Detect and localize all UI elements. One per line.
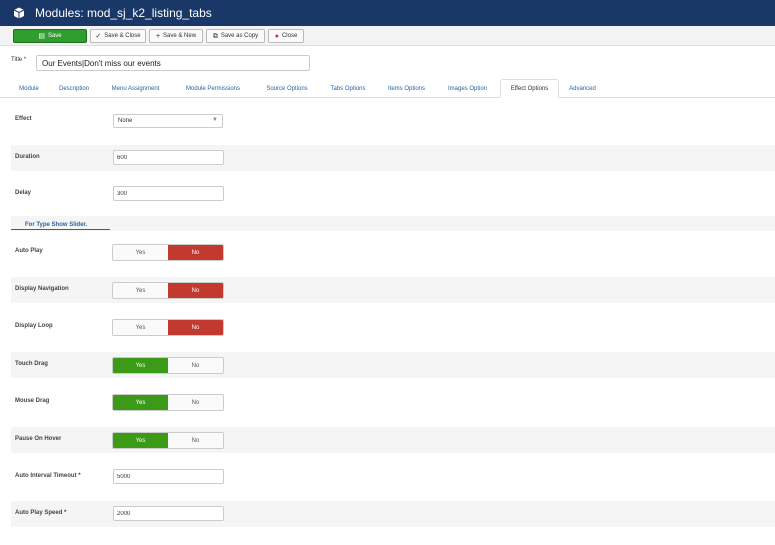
- tab-tabs-options[interactable]: Tabs Options: [321, 79, 375, 98]
- save-close-button[interactable]: ✓ Save & Close: [90, 29, 146, 43]
- touch-drag-yes-option[interactable]: Yes: [113, 358, 168, 373]
- title-label: Title *: [11, 57, 27, 63]
- display-loop-yes-option[interactable]: Yes: [113, 320, 168, 335]
- section-heading-underline: [11, 229, 110, 230]
- plus-icon: +: [155, 32, 161, 40]
- save-close-button-label: Save & Close: [104, 33, 141, 39]
- save-new-button[interactable]: + Save & New: [149, 29, 203, 43]
- pause-on-hover-no-option[interactable]: No: [168, 433, 223, 448]
- save-button-label: Save: [47, 33, 62, 39]
- touch-drag-toggle: Yes No: [112, 357, 224, 374]
- mouse-drag-yes-option[interactable]: Yes: [113, 395, 168, 410]
- tab-effect-options[interactable]: Effect Options: [500, 79, 559, 98]
- close-button-label: Close: [281, 33, 298, 39]
- save-new-button-label: Save & New: [163, 33, 197, 39]
- tab-images-option[interactable]: Images Option: [438, 79, 497, 98]
- effect-select-value: None: [118, 118, 133, 124]
- pause-on-hover-toggle: Yes No: [112, 432, 224, 449]
- tab-menu-assignment[interactable]: Menu Assignment: [101, 79, 170, 98]
- pause-on-hover-label: Pause On Hover: [15, 436, 62, 442]
- display-loop-no-option[interactable]: No: [168, 320, 223, 335]
- page-header: Modules: mod_sj_k2_listing_tabs: [0, 0, 775, 26]
- save-copy-button-label: Save as Copy: [220, 33, 259, 39]
- tab-description[interactable]: Description: [50, 79, 98, 98]
- auto-interval-timeout-label: Auto Interval Timeout *: [15, 473, 81, 479]
- tab-module-permissions[interactable]: Module Permissions: [173, 79, 253, 98]
- page-title: Modules: mod_sj_k2_listing_tabs: [35, 6, 212, 20]
- auto-play-speed-label: Auto Play Speed *: [15, 510, 67, 516]
- title-input[interactable]: [36, 55, 310, 71]
- save-button[interactable]: ▤ Save: [13, 29, 87, 43]
- row-stripe: [11, 216, 775, 231]
- tab-source-options[interactable]: Source Options: [256, 79, 318, 98]
- effect-label: Effect: [15, 116, 32, 122]
- delay-input[interactable]: [113, 186, 224, 201]
- mouse-drag-toggle: Yes No: [112, 394, 224, 411]
- touch-drag-no-option[interactable]: No: [168, 358, 223, 373]
- chevron-down-icon: ▼: [212, 117, 218, 123]
- close-icon: ●: [274, 32, 279, 40]
- duration-label: Duration: [15, 154, 40, 160]
- copy-icon: ⧉: [212, 32, 218, 40]
- save-copy-button[interactable]: ⧉ Save as Copy: [206, 29, 265, 43]
- display-loop-label: Display Loop: [15, 323, 53, 329]
- check-icon: ✓: [95, 32, 102, 40]
- display-navigation-yes-option[interactable]: Yes: [113, 283, 168, 298]
- mouse-drag-label: Mouse Drag: [15, 398, 50, 404]
- section-heading: For Type Show Slider.: [25, 222, 88, 228]
- auto-interval-timeout-input[interactable]: [113, 469, 224, 484]
- cube-icon: [12, 6, 26, 20]
- display-navigation-label: Display Navigation: [15, 286, 69, 292]
- tab-module[interactable]: Module: [11, 79, 47, 98]
- auto-play-speed-input[interactable]: [113, 506, 224, 521]
- auto-play-no-option[interactable]: No: [168, 245, 223, 260]
- pause-on-hover-yes-option[interactable]: Yes: [113, 433, 168, 448]
- close-button[interactable]: ● Close: [268, 29, 304, 43]
- display-loop-toggle: Yes No: [112, 319, 224, 336]
- save-icon: ▤: [38, 32, 45, 40]
- effect-select[interactable]: None ▼: [113, 114, 223, 128]
- delay-label: Delay: [15, 190, 32, 196]
- touch-drag-label: Touch Drag: [15, 361, 48, 367]
- display-navigation-toggle: Yes No: [112, 282, 224, 299]
- auto-play-yes-option[interactable]: Yes: [113, 245, 168, 260]
- mouse-drag-no-option[interactable]: No: [168, 395, 223, 410]
- tab-advanced[interactable]: Advanced: [562, 79, 603, 98]
- display-navigation-no-option[interactable]: No: [168, 283, 223, 298]
- tab-items-options[interactable]: Items Options: [378, 79, 435, 98]
- duration-input[interactable]: [113, 150, 224, 165]
- auto-play-label: Auto Play: [15, 248, 43, 254]
- auto-play-toggle: Yes No: [112, 244, 224, 261]
